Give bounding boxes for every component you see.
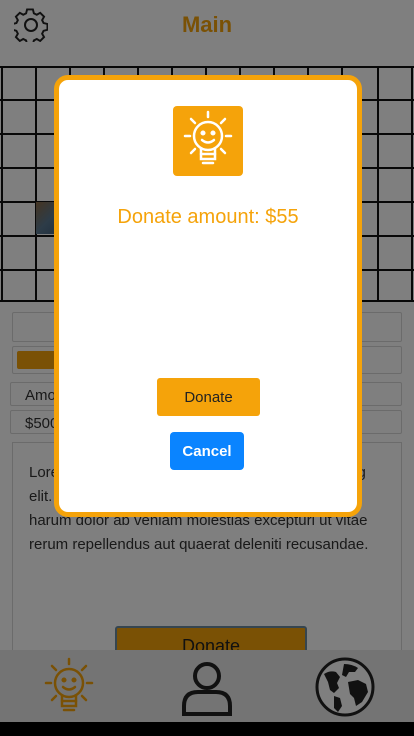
donate-button[interactable]: Donate bbox=[157, 378, 260, 416]
modal-logo bbox=[173, 106, 243, 176]
lightbulb-icon bbox=[183, 110, 233, 165]
cancel-button[interactable]: Cancel bbox=[170, 432, 244, 470]
donate-modal: Donate amount: $55 Donate Cancel bbox=[54, 75, 362, 517]
donate-amount-text: Donate amount: $55 bbox=[117, 206, 299, 228]
